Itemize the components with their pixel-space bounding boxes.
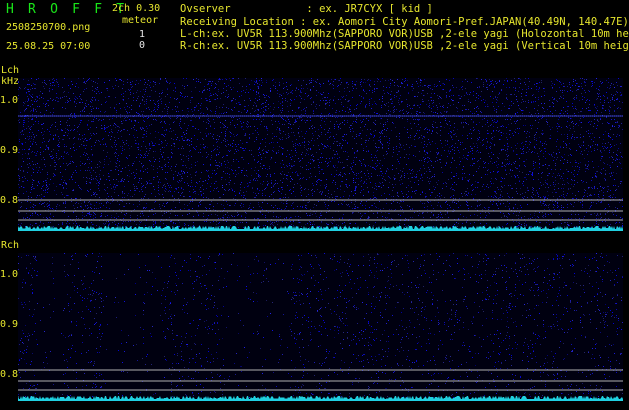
rch-info: R-ch:ex. UV5R 113.900Mhz(SAPPORO VOR)USB…	[180, 41, 629, 52]
rch-freq-tick: 0.9	[0, 320, 18, 330]
version-label: 2ch 0.30	[112, 4, 160, 14]
lch-label: Lch	[1, 66, 19, 76]
meteor-label: meteor	[122, 16, 158, 26]
filename-label: 2508250700.png	[6, 23, 90, 33]
lch-unit-label: kHz	[1, 77, 19, 87]
lch-freq-tick: 1.0	[0, 96, 18, 106]
lch-spectrogram	[18, 78, 623, 231]
rch-freq-tick: 1.0	[0, 270, 18, 280]
rch-label: Rch	[1, 241, 19, 251]
lch-info: L-ch:ex. UV5R 113.900Mhz(SAPPORO VOR)USB…	[180, 29, 629, 40]
datetime-label: 25.08.25 07:00	[6, 42, 90, 52]
lch-freq-tick: 0.9	[0, 146, 18, 156]
app-title: H R O F F T	[6, 3, 127, 16]
observer-info: Ovserver : ex. JR7CYX [ kid ]	[180, 4, 433, 15]
meteor-count-rch: 0	[139, 41, 145, 51]
meteor-count-lch: 1	[139, 30, 145, 40]
rch-freq-tick: 0.8	[0, 370, 18, 380]
rch-spectrogram	[18, 253, 623, 401]
lch-freq-tick: 0.8	[0, 196, 18, 206]
location-info: Receiving Location : ex. Aomori City Aom…	[180, 17, 629, 28]
